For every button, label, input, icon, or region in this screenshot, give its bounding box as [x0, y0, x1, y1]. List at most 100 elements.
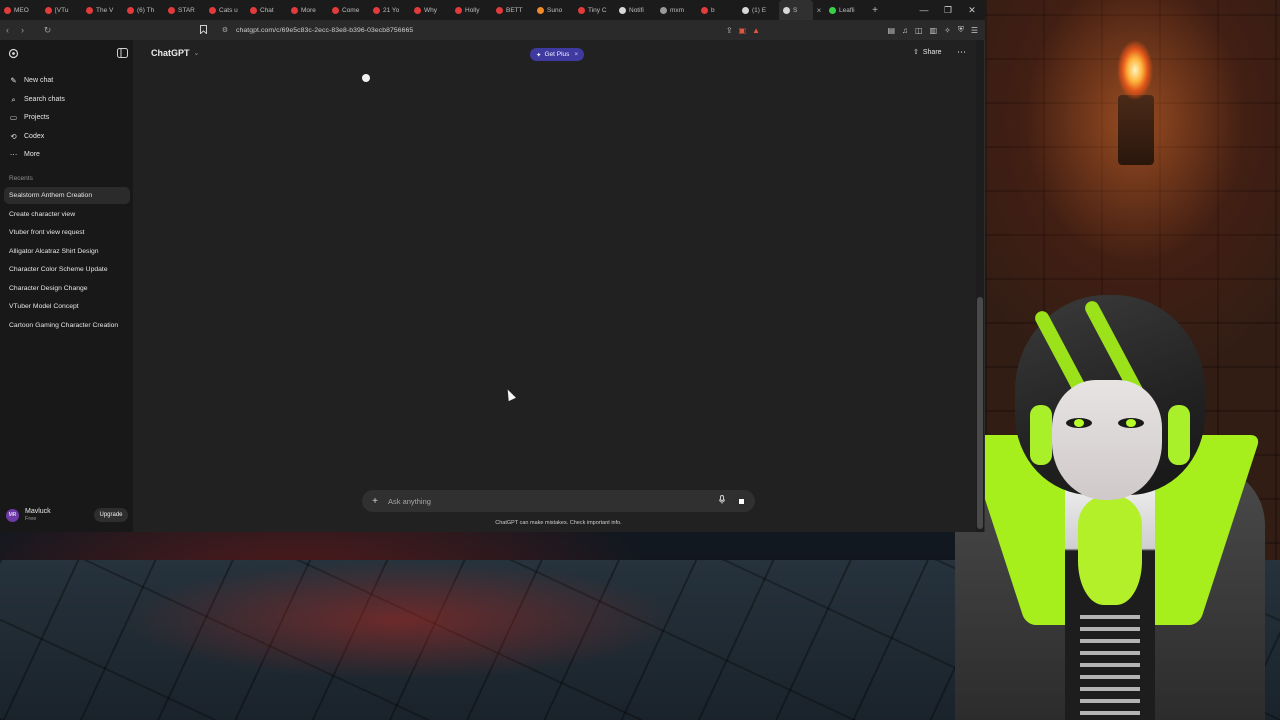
sparkle-icon: ✦ [536, 51, 542, 59]
tab-label: Come [342, 6, 360, 14]
address-bar[interactable]: ⚙ chatgpt.com/c/69e5c83c-2ecc-83e8-b396-… [196, 22, 768, 38]
forward-button[interactable]: › [15, 20, 30, 40]
chat-history-item[interactable]: Sealstorm Anthem Creation [4, 187, 130, 204]
avatar-eye-left [1066, 418, 1092, 428]
page-scrollbar[interactable] [976, 40, 984, 532]
chat-history-item[interactable]: Cartoon Gaming Character Creation [4, 317, 130, 334]
tab-label: [VTu [55, 6, 69, 14]
tab-label: S [793, 6, 798, 14]
rewards-icon[interactable]: ▲ [752, 26, 760, 35]
chevron-down-icon: ⌄ [193, 50, 200, 57]
disclaimer-text: ChatGPT can make mistakes. Check importa… [495, 520, 622, 526]
close-tab-icon[interactable]: × [813, 6, 825, 15]
avatar[interactable]: MR [6, 508, 19, 522]
tab-label: mxm [670, 6, 685, 14]
sidebar-item-more[interactable]: ⋯ More [4, 146, 130, 163]
chat-history-item[interactable]: Alligator Alcatraz Shirt Design [4, 243, 130, 260]
tab-favicon-icon [209, 6, 216, 14]
tab-favicon-icon [127, 6, 134, 14]
composer[interactable]: + Ask anything [362, 490, 755, 512]
tab-favicon-icon [578, 6, 585, 14]
close-icon[interactable]: × [574, 51, 578, 58]
browser-tab[interactable]: Why [410, 0, 451, 20]
upgrade-button[interactable]: Upgrade [94, 508, 128, 522]
browser-tab[interactable]: Notifi [615, 0, 656, 20]
sidebar-item-search-chats[interactable]: ⌕ Search chats [4, 91, 130, 108]
tab-favicon-icon [537, 6, 544, 14]
browser-tab[interactable]: BETT [492, 0, 533, 20]
stop-generating-button[interactable] [733, 493, 749, 509]
browser-tab[interactable]: (1) E [738, 0, 779, 20]
user-profile[interactable]: MR Mavluck Free Upgrade [6, 504, 128, 526]
browser-tab-active[interactable]: S [779, 0, 813, 20]
tab-label: More [301, 6, 316, 14]
model-selector[interactable]: ChatGPT ⌄ [151, 48, 199, 58]
share-page-icon[interactable]: ⇪ [726, 26, 733, 35]
prompt-input[interactable]: Ask anything [388, 497, 431, 506]
tab-favicon-icon [291, 6, 298, 14]
more-dots-icon: ⋯ [9, 150, 18, 159]
browser-tab[interactable]: Come [328, 0, 369, 20]
browser-tab[interactable]: (6) Th [123, 0, 164, 20]
browser-tab[interactable]: More [287, 0, 328, 20]
avatar-headphone-left [1030, 405, 1052, 465]
browser-tab[interactable]: mxm [656, 0, 697, 20]
tab-favicon-icon [660, 6, 667, 14]
loading-indicator [362, 74, 370, 82]
browser-tab[interactable]: Holly [451, 0, 492, 20]
reader-icon[interactable]: ▤ [887, 26, 895, 35]
browser-tab[interactable]: Chat [246, 0, 287, 20]
new-chat-icon: ✎ [10, 76, 17, 85]
chat-history-item[interactable]: Vtuber front view request [4, 224, 130, 241]
mic-icon[interactable] [719, 495, 725, 506]
leo-ai-icon[interactable]: ✧ [944, 26, 951, 35]
sidebar-item-projects[interactable]: ▭ Projects [4, 109, 130, 126]
restore-button[interactable]: ❐ [936, 0, 960, 20]
tab-label: MEO [14, 6, 29, 14]
sidebar-item-new-chat[interactable]: ✎ New chat [4, 72, 130, 89]
sidebar-icon[interactable]: ◫ [915, 26, 923, 35]
sidebar-toggle-icon[interactable] [117, 48, 128, 62]
brave-shield-icon[interactable]: ▣ [739, 26, 747, 35]
scrollbar-thumb[interactable] [977, 297, 983, 529]
browser-tab[interactable]: Cats u [205, 0, 246, 20]
browser-tab[interactable]: Tiny C [574, 0, 615, 20]
minimize-button[interactable]: — [912, 0, 936, 20]
browser-tab[interactable]: b [697, 0, 738, 20]
openai-logo-icon[interactable] [8, 48, 19, 62]
folder-icon: ▭ [9, 113, 18, 122]
browser-tab[interactable]: Leafli [825, 0, 866, 20]
browser-tab[interactable]: The V [82, 0, 123, 20]
tab-strip: MEO [VTu The V (6) Th STAR Cats u Chat More Come… [0, 0, 985, 20]
browser-tab[interactable]: Suno [533, 0, 574, 20]
bookmark-icon[interactable] [196, 24, 210, 36]
get-plus-button[interactable]: ✦ Get Plus × [530, 48, 585, 61]
close-window-button[interactable]: ✕ [960, 0, 984, 20]
sidebar-item-label: Codex [24, 133, 45, 140]
site-settings-icon[interactable]: ⚙ [218, 26, 232, 34]
sidebar-item-codex[interactable]: ⟲ Codex [4, 128, 130, 145]
media-icon[interactable]: ♫ [902, 26, 908, 35]
recents-heading: Recents [9, 175, 33, 182]
share-button[interactable]: ⇧ Share [913, 48, 942, 57]
chat-history-item[interactable]: Create character view [4, 206, 130, 223]
browser-tab[interactable]: [VTu [41, 0, 82, 20]
reload-button[interactable]: ↻ [40, 20, 55, 40]
menu-icon[interactable]: ☰ [971, 26, 978, 35]
back-button[interactable]: ‹ [0, 20, 15, 40]
browser-tab[interactable]: STAR [164, 0, 205, 20]
chat-history-item[interactable]: VTuber Model Concept [4, 298, 130, 315]
browser-tab[interactable]: 21 Yo [369, 0, 410, 20]
browser-tab[interactable]: MEO [0, 0, 41, 20]
vpn-icon[interactable]: ⛨ [958, 25, 964, 35]
url-text[interactable]: chatgpt.com/c/69e5c83c-2ecc-83e8-b396-03… [236, 27, 413, 34]
chat-history-item[interactable]: Character Design Change [4, 280, 130, 297]
wallet-icon[interactable]: ▥ [930, 26, 938, 35]
new-tab-button[interactable]: + [866, 5, 884, 16]
attach-plus-icon[interactable]: + [362, 496, 388, 507]
more-options-icon[interactable]: ⋯ [957, 47, 966, 58]
avatar-eye-right [1118, 418, 1144, 428]
get-plus-label: Get Plus [544, 51, 570, 58]
tab-favicon-icon [168, 6, 175, 14]
chat-history-item[interactable]: Character Color Scheme Update [4, 261, 130, 278]
